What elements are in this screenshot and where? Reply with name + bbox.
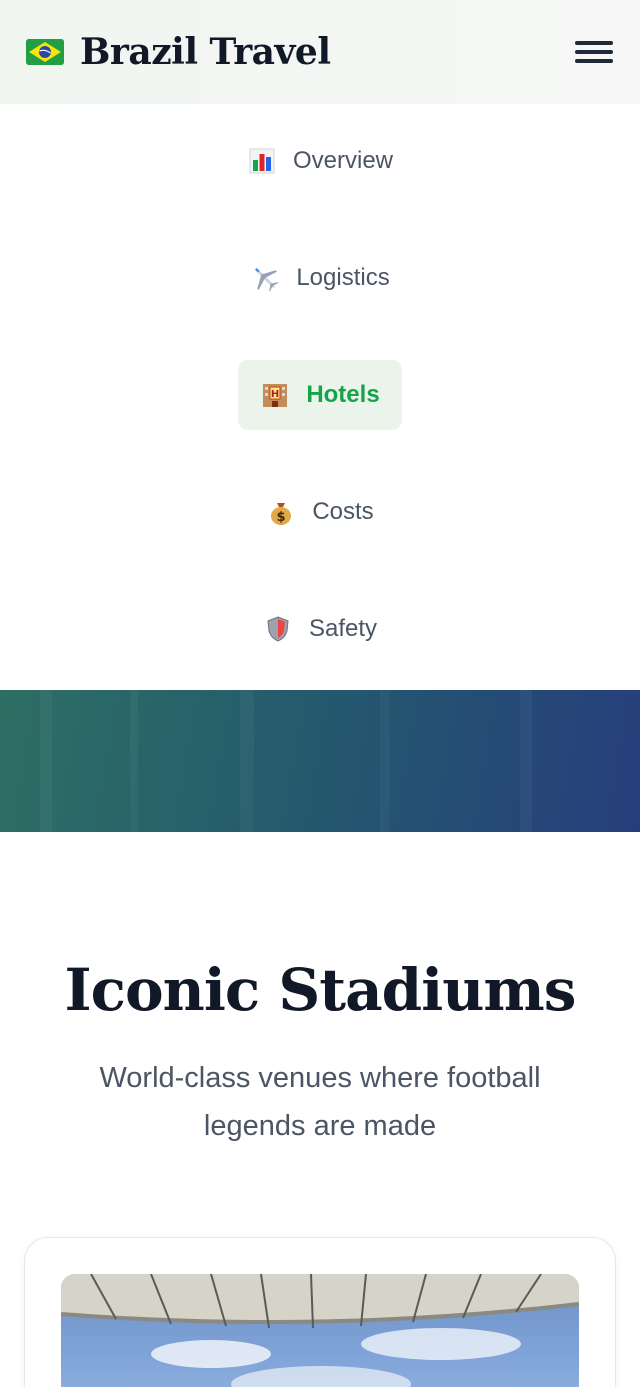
bar-chart-icon [247, 146, 277, 176]
svg-text:H: H [271, 389, 279, 400]
brazil-flag-icon [26, 39, 64, 65]
airplane-icon [250, 263, 280, 293]
hotel-icon: H [260, 380, 290, 410]
nav-item-overview[interactable]: Overview [225, 126, 415, 196]
nav-item-label: Overview [292, 147, 394, 174]
stadium-card[interactable] [24, 1237, 616, 1387]
nav-item-costs[interactable]: $ Costs [244, 477, 395, 547]
nav-item-label: Hotels [306, 381, 380, 408]
nav-item-label: Safety [308, 615, 378, 642]
svg-text:$: $ [277, 510, 286, 525]
stadiums-section: Iconic Stadiums World-class venues where… [0, 832, 640, 1150]
shield-icon [263, 614, 293, 644]
hamburger-menu-icon[interactable] [574, 37, 614, 67]
nav-item-safety[interactable]: Safety [241, 594, 399, 664]
brand[interactable]: Brazil Travel [26, 31, 331, 73]
nav-item-label: Costs [312, 498, 374, 525]
stadium-image [61, 1274, 579, 1387]
main-nav: Overview Logistics H Hotels $ Costs Safe… [0, 104, 640, 711]
hero-banner [0, 690, 640, 832]
nav-item-label: Logistics [296, 264, 390, 291]
section-subtitle: World-class venues where football legend… [99, 1062, 541, 1142]
nav-item-hotels[interactable]: H Hotels [238, 360, 402, 430]
section-title: Iconic Stadiums [64, 956, 577, 1024]
brand-title: Brazil Travel [80, 31, 331, 73]
nav-item-logistics[interactable]: Logistics [228, 243, 411, 313]
money-bag-icon: $ [266, 497, 296, 527]
site-header: Brazil Travel [0, 0, 640, 104]
